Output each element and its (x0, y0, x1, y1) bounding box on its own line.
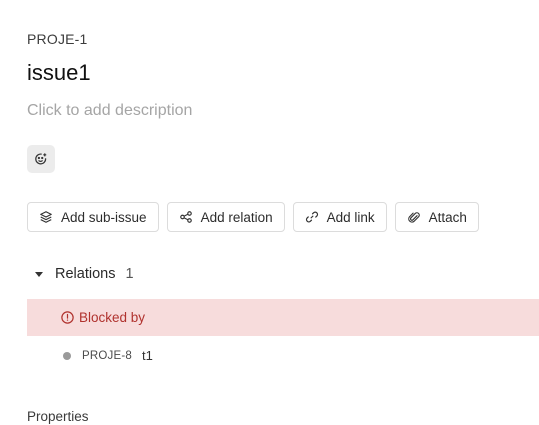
issue-actions: Add sub-issue Add relation Add link Atta… (27, 202, 479, 232)
blocked-icon (61, 311, 74, 324)
properties-heading: Properties (27, 409, 89, 424)
add-reaction-button[interactable] (27, 145, 55, 173)
add-sub-issue-label: Add sub-issue (61, 209, 147, 225)
related-issue-row[interactable]: PROJE-8 t1 (63, 348, 153, 363)
relation-icon (179, 211, 192, 223)
attach-label: Attach (428, 209, 467, 225)
link-icon (305, 211, 318, 223)
smiley-add-icon (35, 153, 47, 165)
relations-count: 1 (125, 266, 134, 282)
issue-title[interactable]: issue1 (27, 60, 91, 86)
blocked-by-label: Blocked by (79, 310, 146, 325)
caret-down-icon (35, 271, 43, 277)
relations-label: Relations (55, 266, 116, 282)
add-relation-label: Add relation (200, 209, 273, 225)
attach-button[interactable]: Attach (394, 202, 479, 232)
issue-key: PROJE-1 (27, 31, 88, 47)
status-dot-icon (63, 351, 71, 360)
paperclip-icon (407, 212, 420, 223)
add-sub-issue-button[interactable]: Add sub-issue (27, 202, 159, 232)
add-relation-button[interactable]: Add relation (166, 202, 285, 232)
add-link-label: Add link (326, 209, 375, 225)
related-issue-key: PROJE-8 (82, 349, 132, 362)
add-link-button[interactable]: Add link (292, 202, 387, 232)
related-issue-title: t1 (141, 348, 153, 363)
blocked-by-group: Blocked by (27, 299, 539, 336)
layers-icon (40, 211, 52, 223)
description-field[interactable]: Click to add description (27, 102, 192, 120)
relations-section-toggle[interactable]: Relations 1 (35, 266, 134, 282)
